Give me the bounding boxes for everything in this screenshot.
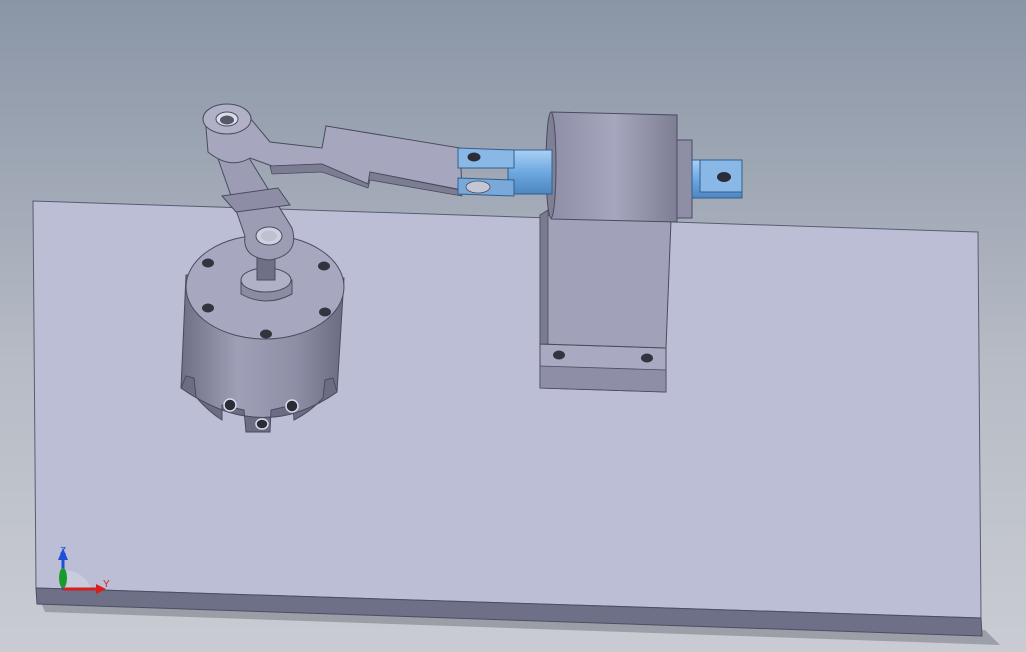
piston-rod[interactable] (507, 149, 553, 195)
z-axis-label: Z (60, 546, 66, 557)
base-plate[interactable] (32, 200, 1000, 645)
rotary-cylinder[interactable] (180, 234, 345, 433)
model-scene[interactable]: Z Y (0, 0, 1026, 652)
rod-clevis[interactable] (457, 147, 515, 197)
x-axis-marker (59, 568, 67, 588)
pneumatic-cylinder[interactable] (545, 111, 678, 223)
y-axis-label: Y (103, 579, 110, 590)
rear-clevis[interactable] (691, 159, 743, 199)
graphics-viewport[interactable]: Z Y (0, 0, 1026, 652)
